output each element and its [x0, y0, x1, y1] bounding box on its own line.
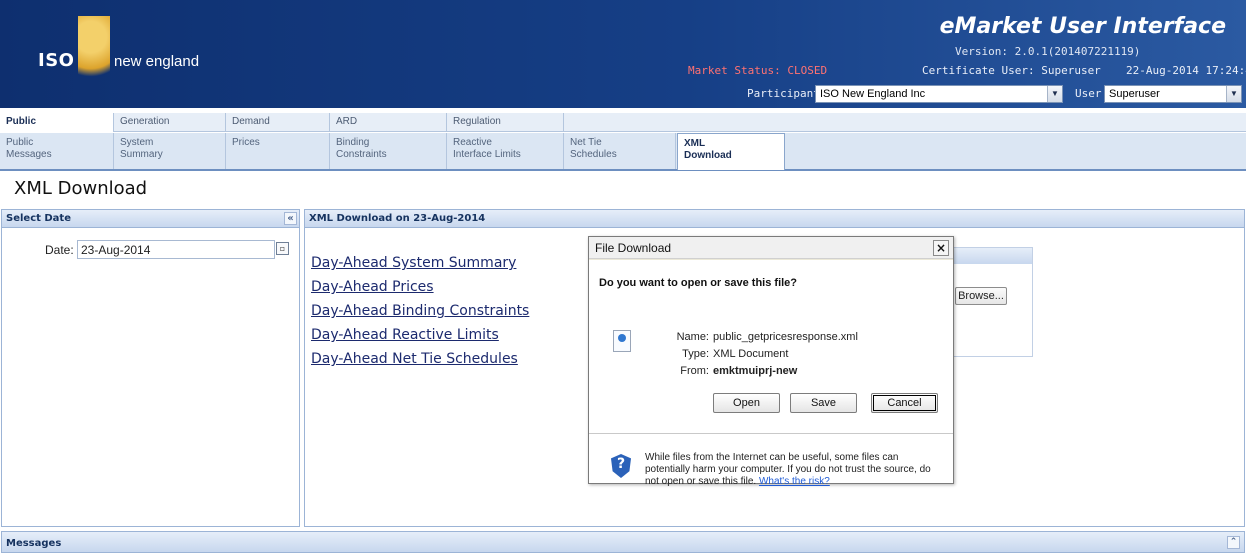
- select-date-header: Select Date «: [2, 210, 299, 228]
- tab-label-line1: Net Tie: [570, 137, 602, 148]
- tab-public[interactable]: Public: [0, 113, 114, 132]
- tab-binding-constraints[interactable]: Binding Constraints: [330, 133, 447, 169]
- file-download-dialog: File Download × Do you want to open or s…: [588, 236, 954, 487]
- dialog-question: Do you want to open or save this file?: [599, 277, 798, 289]
- collapse-left-icon[interactable]: «: [284, 212, 297, 225]
- new-england-map-logo: [78, 16, 110, 86]
- dialog-title: File Download: [595, 241, 672, 255]
- user-select[interactable]: Superuser ▼: [1104, 85, 1242, 103]
- certificate-user: Certificate User: Superuser: [922, 64, 1101, 77]
- tab-label-line2: Schedules: [570, 149, 617, 160]
- tab-label-line2: Interface Limits: [453, 149, 521, 160]
- link-day-ahead-reactive-limits[interactable]: Day-Ahead Reactive Limits: [311, 327, 499, 343]
- tab-prices[interactable]: Prices: [226, 133, 330, 169]
- tab-ard[interactable]: ARD: [330, 113, 447, 132]
- file-name-label: Name:: [676, 331, 709, 343]
- file-from-label: From:: [680, 365, 709, 377]
- date-label: Date:: [45, 243, 74, 257]
- tab-label-line2: Download: [684, 150, 732, 161]
- dialog-body: Do you want to open or save this file? N…: [589, 260, 953, 487]
- security-warning: While files from the Internet can be use…: [645, 452, 945, 488]
- upload-form-header: [941, 248, 1032, 264]
- security-shield-icon: [611, 454, 631, 478]
- version-label: Version: 2.0.1(201407221119): [955, 45, 1141, 58]
- link-day-ahead-binding-constraints[interactable]: Day-Ahead Binding Constraints: [311, 303, 529, 319]
- link-day-ahead-prices[interactable]: Day-Ahead Prices: [311, 279, 434, 295]
- browse-button[interactable]: Browse...: [955, 287, 1007, 305]
- tab-regulation[interactable]: Regulation: [447, 113, 564, 132]
- whats-the-risk-link[interactable]: What's the risk?: [759, 476, 830, 487]
- primary-tabs: Public Generation Demand ARD Regulation: [0, 113, 1246, 132]
- dialog-title-bar: File Download ×: [589, 237, 953, 259]
- tab-label-line2: Summary: [120, 149, 163, 160]
- tab-system-summary[interactable]: System Summary: [114, 133, 226, 169]
- chevron-down-icon[interactable]: ▼: [1047, 86, 1062, 102]
- link-day-ahead-net-tie-schedules[interactable]: Day-Ahead Net Tie Schedules: [311, 351, 518, 367]
- tab-label-line1: Prices: [232, 137, 260, 148]
- tab-label-line2: Constraints: [336, 149, 387, 160]
- tab-xml-download[interactable]: XML Download: [677, 133, 785, 170]
- tab-label-line1: XML: [684, 138, 706, 149]
- save-button[interactable]: Save: [790, 393, 857, 413]
- secondary-tabs: Public Messages System Summary Prices Bi…: [0, 133, 1246, 171]
- header-banner: ISO new england eMarket User Interface V…: [0, 0, 1246, 108]
- xml-file-icon: [613, 330, 631, 352]
- messages-title: Messages: [6, 538, 62, 549]
- market-status: Market Status: CLOSED: [688, 64, 828, 77]
- user-value: Superuser: [1109, 88, 1160, 100]
- calendar-icon[interactable]: ▫: [276, 242, 289, 255]
- current-datetime: 22-Aug-2014 17:24:43: [1126, 64, 1246, 77]
- panel-title: XML Download on 23-Aug-2014: [309, 213, 486, 224]
- tab-public-messages[interactable]: Public Messages: [0, 133, 114, 169]
- tab-reactive-interface-limits[interactable]: Reactive Interface Limits: [447, 133, 564, 169]
- link-day-ahead-system-summary[interactable]: Day-Ahead System Summary: [311, 255, 516, 271]
- date-input[interactable]: 23-Aug-2014: [77, 240, 275, 259]
- expand-up-icon[interactable]: ⌃: [1227, 536, 1240, 549]
- tab-label-line1: System: [120, 137, 154, 148]
- participant-select[interactable]: ISO New England Inc ▼: [815, 85, 1063, 103]
- tab-label-line1: Public: [6, 137, 34, 148]
- file-type-label: Type:: [682, 348, 709, 360]
- xml-download-header: XML Download on 23-Aug-2014: [305, 210, 1244, 228]
- tab-net-tie-schedules[interactable]: Net Tie Schedules: [564, 133, 676, 169]
- file-from-value: emktmuiprj-new: [713, 365, 798, 377]
- chevron-down-icon[interactable]: ▼: [1226, 86, 1241, 102]
- cancel-button[interactable]: Cancel: [871, 393, 938, 413]
- page-title: XML Download: [14, 178, 148, 199]
- close-icon[interactable]: ×: [933, 240, 949, 256]
- open-button[interactable]: Open: [713, 393, 780, 413]
- logo-iso-text: ISO: [38, 50, 75, 71]
- tab-label-line1: Reactive: [453, 137, 492, 148]
- tab-generation[interactable]: Generation: [114, 113, 226, 132]
- file-name-value: public_getpricesresponse.xml: [713, 331, 858, 343]
- tab-label-line1: Binding: [336, 137, 370, 148]
- tab-demand[interactable]: Demand: [226, 113, 330, 132]
- app-window: ISO new england eMarket User Interface V…: [0, 0, 1246, 553]
- messages-bar: Messages ⌃: [1, 531, 1245, 553]
- file-type-value: XML Document: [713, 348, 789, 360]
- tab-label-line2: Messages: [6, 149, 52, 160]
- panel-title: Select Date: [6, 213, 71, 224]
- logo-new-england-text: new england: [114, 53, 200, 70]
- app-title: eMarket User Interface: [939, 14, 1226, 39]
- participant-value: ISO New England Inc: [820, 88, 926, 100]
- dialog-separator: [589, 433, 953, 434]
